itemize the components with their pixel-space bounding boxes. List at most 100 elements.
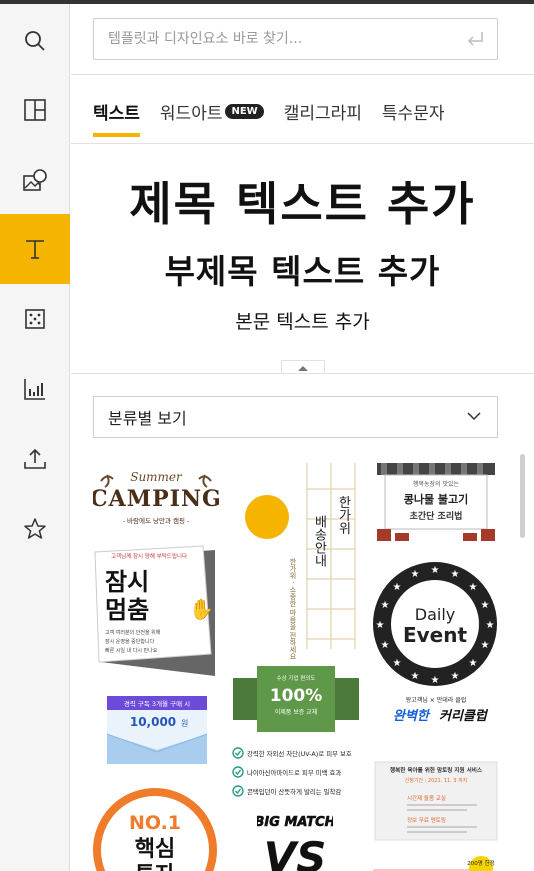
tab-label: 텍스트	[93, 103, 140, 124]
layout-icon	[24, 99, 46, 121]
template-checklist[interactable]: 강력한 자외선 차단(UV-A)로 피부 보호 나이아신아마이드로 피부 미백 …	[231, 746, 365, 802]
upload-icon	[24, 448, 46, 469]
camping-line2: CAMPING	[93, 486, 219, 512]
search-input[interactable]	[94, 19, 454, 59]
chuseok-col1: 한가위	[336, 496, 351, 535]
support-title: 행복한 육아를 위한 맘토링 지원 서비스	[390, 766, 482, 774]
support-date: 신청기간 : 2021. 11. 3 까지	[405, 777, 468, 784]
sidebar-item-favorites[interactable]	[0, 494, 70, 564]
image-element-icon	[23, 169, 47, 191]
pause-top: 고객님께 잠시 양해 부탁드립니다	[111, 552, 187, 560]
svg-text:★: ★	[376, 620, 385, 631]
sidebar-item-elements[interactable]	[0, 145, 70, 215]
category-select-value: 분류별 보기	[108, 409, 187, 428]
template-chuseok-delivery[interactable]: 한가위 배송안내 한가위 · 소중한 마음을 전하세요	[233, 459, 359, 659]
tab-calligraphy[interactable]: 캘리그라피	[284, 99, 362, 124]
scrollbar-thumb[interactable]	[520, 454, 525, 538]
dice-icon	[25, 309, 45, 329]
svg-text:★: ★	[381, 640, 390, 651]
svg-text:★: ★	[411, 569, 420, 580]
template-daily-event[interactable]: ★ ★ ★ ★ ★ ★ ★ ★ ★ ★ ★ ★ ★ ★ ★ ★ Daily Event	[371, 560, 499, 688]
sidebar-item-text[interactable]	[0, 214, 70, 284]
divider	[71, 74, 534, 75]
collapse-toggle[interactable]	[281, 360, 325, 374]
support-item: 정보 무료 멘토링	[407, 816, 446, 824]
svg-text:★: ★	[486, 620, 495, 631]
camping-line3: - 바람에도 낭만과 캠핑 -	[123, 516, 190, 525]
no1-line1: NO.1	[129, 812, 181, 834]
template-envelope-coupon[interactable]: 경력 구독 3개월 구매 시 10,000 원	[105, 694, 209, 766]
camping-line1: Summer	[130, 470, 183, 484]
chevron-up-icon	[298, 365, 308, 371]
curry-line2: 커리클럽	[439, 708, 489, 724]
template-pause-notice[interactable]: 고객님께 잠시 양해 부탁드립니다 잠시 멈춤 ✋ 고객 여러분의 안전을 위해…	[93, 544, 223, 679]
template-support-service[interactable]: 행복한 육아를 위한 맘토링 지원 서비스 신청기간 : 2021. 11. 3…	[373, 760, 499, 842]
divider	[71, 373, 534, 374]
add-subheading-button[interactable]: 부제목 텍스트 추가	[71, 245, 534, 293]
sidebar-item-layout[interactable]	[0, 75, 70, 145]
tab-special-chars[interactable]: 특수문자	[382, 99, 445, 124]
svg-text:★: ★	[451, 569, 460, 580]
pause-line1: 잠시	[105, 568, 149, 596]
chuseok-small: 한가위 · 소중한 마음을 전하세요	[289, 558, 297, 659]
curry-top: 왕고객님 × 만데라 클럽	[406, 696, 466, 704]
svg-text:✋: ✋	[189, 597, 214, 621]
curry-line1: 완벽한	[393, 708, 431, 724]
divider	[71, 143, 534, 144]
template-big-match[interactable]: BIG MATCH VS	[257, 810, 333, 871]
envelope-unit: 원	[181, 719, 188, 728]
sidebar-item-upload[interactable]	[0, 424, 70, 494]
svg-text:★: ★	[469, 582, 478, 593]
template-summer-camping[interactable]: Summer CAMPING - 바람에도 낭만과 캠핑 -	[93, 459, 219, 534]
no1-line3: 투자	[135, 863, 176, 871]
sidebar-item-dice[interactable]	[0, 284, 70, 354]
new-badge: NEW	[225, 103, 264, 119]
recipe-line1: 콩나물 불고기	[404, 492, 469, 506]
template-curry-club[interactable]: 왕고객님 × 만데라 클럽 완벽한 커리클럽	[373, 694, 499, 730]
tab-bar: 텍스트 워드아트 NEW 캘리그라피 특수문자	[93, 96, 464, 137]
search-icon	[25, 31, 45, 51]
coupon-top: 수상 기업 편의도	[277, 674, 316, 682]
text-panel: 텍스트 워드아트NEW 캘리그라피 특수문자 제목 텍스트 추가 부제목 텍스트…	[71, 4, 534, 871]
checklist-item: 나이아신아마이드로 피부 미백 효과	[247, 768, 341, 777]
sidebar	[0, 4, 70, 871]
text-icon	[26, 240, 44, 259]
recipe-top: 행복농장의 맛있는	[413, 480, 460, 488]
star-icon	[24, 518, 46, 539]
svg-text:★: ★	[451, 671, 460, 682]
svg-text:★: ★	[393, 658, 402, 669]
daily-line1: Daily	[415, 605, 455, 624]
envelope-top: 경력 구독 3개월 구매 시	[124, 699, 190, 708]
daily-line2: Event	[403, 623, 468, 647]
chevron-down-icon	[467, 412, 481, 421]
tab-wordart[interactable]: 워드아트 NEW	[160, 99, 264, 124]
add-body-text-button[interactable]: 본문 텍스트 추가	[71, 307, 534, 334]
svg-text:★: ★	[381, 600, 390, 611]
add-heading-button[interactable]: 제목 텍스트 추가	[71, 168, 534, 234]
tab-text[interactable]: 텍스트	[93, 99, 140, 137]
pause-note: 빠른 시일 내 다시 만나요	[105, 647, 158, 654]
checklist-item: 콘택입던이 산뜻하게 발리는 밀착감	[247, 787, 341, 796]
category-select[interactable]: 분류별 보기	[93, 396, 498, 438]
sidebar-item-search[interactable]	[0, 6, 70, 76]
template-recipe-card[interactable]: 행복농장의 맛있는 콩나물 불고기 초간단 조리법	[373, 459, 499, 549]
svg-text:★: ★	[481, 600, 490, 611]
recipe-line2: 초간단 조리법	[410, 510, 463, 522]
chart-icon	[24, 379, 45, 400]
checklist-item: 강력한 자외선 차단(UV-A)로 피부 보호	[247, 749, 352, 758]
pause-line2: 멈춤	[105, 596, 149, 624]
chuseok-col2: 배송안내	[312, 515, 327, 567]
sidebar-item-chart[interactable]	[0, 354, 70, 424]
tab-label: 캘리그라피	[283, 103, 362, 124]
support-item: 시간제 돌봄 교실	[407, 794, 446, 802]
template-limited-sticker[interactable]: 200명 한정	[373, 856, 499, 871]
enter-icon[interactable]	[465, 30, 485, 48]
template-green-coupon[interactable]: 수상 기업 편의도 100% 이제품 보증 교체	[233, 664, 359, 734]
bigmatch-line1: BIG MATCH	[257, 815, 333, 830]
template-no1-invest[interactable]: NO.1 핵심 투자	[93, 784, 223, 871]
tab-label: 특수문자	[381, 103, 445, 124]
svg-text:★: ★	[393, 582, 402, 593]
pause-note: 고객 여러분의 안전을 위해	[105, 629, 161, 636]
pause-note: 잠시 운영을 중단합니다	[105, 638, 155, 645]
no1-line2: 핵심	[135, 837, 175, 862]
